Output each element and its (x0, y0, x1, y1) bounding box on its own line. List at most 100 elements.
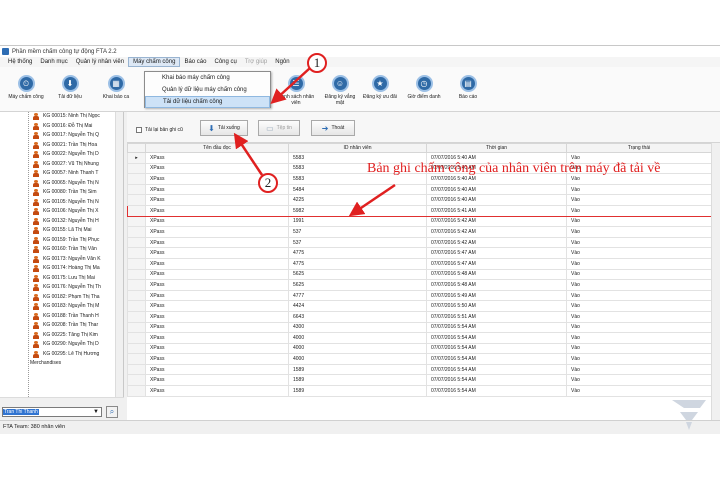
row-header[interactable] (127, 162, 146, 175)
table-row[interactable]: XPass 4424 07/07/2016 5:50 AM Vào (127, 300, 712, 312)
row-header[interactable] (127, 226, 146, 238)
search-button[interactable]: ⌕ (106, 406, 118, 418)
employee-tree-item[interactable]: KG 00173: Nguyễn Văn K (0, 255, 123, 265)
reload-old-records-checkbox[interactable] (136, 127, 142, 133)
column-header[interactable]: Thời gian (426, 143, 567, 153)
employee-tree-item[interactable]: KG 00290: Nguyễn Thị D (0, 340, 123, 350)
toolbar-button[interactable]: ⏲ Máy chấm công (6, 75, 46, 100)
dropdown-item[interactable]: Tải dữ liệu chấm công (145, 96, 270, 108)
row-header[interactable] (127, 257, 146, 270)
employee-tree-item[interactable]: KG 00175: Lưu Thị Mai (0, 274, 123, 284)
table-row[interactable]: XPass 4775 07/07/2016 5:47 AM Vào (127, 257, 712, 270)
employee-tree-item[interactable]: KG 00015: Ninh Thị Ngọc (0, 112, 123, 122)
employee-tree-item[interactable]: KG 00017: Nguyễn Thị Q (0, 131, 123, 141)
employee-tree-item[interactable]: KG 00159: Trần Thị Phục (0, 236, 123, 246)
employee-tree-item[interactable]: KG 00016: Đỗ Thị Mai (0, 122, 123, 132)
employee-tree-item[interactable]: KG 00080: Trần Thị Sim (0, 188, 123, 198)
row-header[interactable] (127, 215, 146, 228)
employee-tree-item[interactable]: KG 00065: Nguyễn Thị N (0, 179, 123, 189)
menu-item[interactable]: Công cụ (210, 57, 240, 67)
employee-tree-item[interactable]: KG 00225: Tăng Thị Kim (0, 331, 123, 341)
table-row[interactable]: XPass 4300 07/07/2016 5:54 AM Vào (127, 321, 712, 334)
employee-tree-item[interactable]: KG 00155: Lã Thị Mai (0, 226, 123, 236)
table-row[interactable]: XPass 6643 07/07/2016 5:51 AM Vào (127, 310, 712, 323)
menu-item[interactable]: Ngôn (271, 57, 293, 67)
row-header[interactable] (127, 183, 146, 196)
table-row[interactable]: XPass 537 07/07/2016 5:42 AM Vào (127, 236, 712, 249)
tree-horizontal-scrollbar[interactable] (0, 397, 124, 403)
menu-item[interactable]: Hệ thống (4, 57, 36, 67)
download-button[interactable]: ⬇ Tải xuống (200, 120, 248, 136)
menu-item[interactable]: Máy chấm công (128, 57, 181, 67)
employee-tree-item[interactable]: KG 00188: Trần Thanh H (0, 312, 123, 322)
column-header[interactable]: ID nhân viên (288, 143, 427, 153)
employee-tree-item[interactable]: KG 00295: Lê Thị Hương (0, 350, 123, 360)
row-header[interactable] (127, 321, 146, 334)
row-header[interactable] (127, 279, 146, 291)
table-row[interactable]: XPass 5625 07/07/2016 5:48 AM Vào (127, 268, 712, 281)
menu-item[interactable]: Báo cáo (180, 57, 210, 67)
dropdown-item[interactable]: Khai báo máy chấm công (145, 72, 270, 84)
row-header[interactable] (127, 342, 146, 355)
toolbar-button[interactable]: ☺ Đăng ký vắng mặt (320, 75, 360, 106)
menu-item[interactable]: Quản lý nhân viên (72, 57, 128, 67)
row-header[interactable] (127, 236, 146, 249)
toolbar-button[interactable]: ☰ Danh sách nhân viên (276, 75, 316, 106)
row-header[interactable]: ▸ (127, 152, 146, 164)
toolbar-button[interactable]: ◷ Giờ điểm danh (404, 75, 444, 100)
file-button[interactable]: ▭ Tệp tin (258, 120, 300, 136)
row-header[interactable] (127, 289, 146, 302)
employee-tree-item[interactable]: KG 00132: Nguyễn Thị H (0, 217, 123, 227)
employee-tree-item[interactable]: KG 00021: Trần Thị Hoa (0, 141, 123, 151)
column-header[interactable]: Trạng thái (566, 143, 712, 153)
table-row[interactable]: XPass 537 07/07/2016 5:42 AM Vào (127, 226, 712, 238)
table-row[interactable]: XPass 4777 07/07/2016 5:49 AM Vào (127, 289, 712, 302)
row-header[interactable] (127, 173, 146, 185)
toolbar-button[interactable]: ⬇ Tải dữ liệu (50, 75, 90, 100)
toolbar-button[interactable]: ▦ Khai báo ca (96, 75, 136, 100)
table-row[interactable]: XPass 1589 07/07/2016 5:54 AM Vào (127, 385, 712, 397)
row-header[interactable] (127, 353, 146, 365)
row-header[interactable] (127, 385, 146, 397)
employee-tree-item[interactable]: KG 00183: Nguyễn Thị M (0, 302, 123, 312)
column-header[interactable]: Tên đầu đọc (145, 143, 289, 153)
row-header[interactable] (127, 374, 146, 387)
employee-tree-item[interactable]: KG 00106: Nguyễn Thị X (0, 207, 123, 217)
table-row[interactable]: XPass 1589 07/07/2016 5:54 AM Vào (127, 374, 712, 387)
table-row[interactable]: XPass 4225 07/07/2016 5:40 AM Vào (127, 194, 712, 206)
employee-tree-item[interactable]: KG 00057: Ninh Thanh T (0, 169, 123, 179)
row-header[interactable] (127, 194, 146, 206)
table-row[interactable]: XPass 4000 07/07/2016 5:54 AM Vào (127, 353, 712, 365)
employee-tree-item[interactable]: KG 00208: Trần Thị Thar (0, 321, 123, 331)
toolbar-button[interactable]: ▤ Báo cáo (448, 75, 488, 100)
grid-vertical-scrollbar[interactable] (711, 143, 720, 420)
tree-vertical-scrollbar[interactable] (115, 112, 123, 397)
employee-tree-item[interactable]: KG 00160: Trần Thị Vân (0, 245, 123, 255)
table-row[interactable]: XPass 4000 07/07/2016 5:54 AM Vào (127, 342, 712, 355)
employee-search-combo[interactable]: Tran Thi Thanh ▼ (2, 407, 102, 417)
menu-item[interactable]: Danh mục (36, 57, 71, 67)
row-header[interactable] (127, 247, 146, 259)
row-header[interactable] (127, 204, 146, 217)
table-row[interactable]: XPass 5484 07/07/2016 5:40 AM Vào (127, 183, 712, 196)
employee-tree-item[interactable]: KG 00105: Nguyễn Thị N (0, 198, 123, 208)
employee-tree-item[interactable]: KG 00022: Nguyễn Thị D (0, 150, 123, 160)
row-header[interactable] (127, 363, 146, 376)
row-header[interactable] (127, 268, 146, 281)
table-row[interactable]: XPass 1991 07/07/2016 5:42 AM Vào (127, 215, 712, 228)
dropdown-item[interactable]: Quản lý dữ liệu máy chấm công (145, 84, 270, 96)
employee-tree-item[interactable]: KG 00027: Vũ Thị Nhung (0, 160, 123, 170)
table-row[interactable]: XPass 1589 07/07/2016 5:54 AM Vào (127, 363, 712, 376)
tree-folder-merchandises[interactable]: Merchandises (0, 359, 123, 367)
row-header[interactable] (127, 300, 146, 312)
employee-tree-item[interactable]: KG 00176: Nguyễn Thị Th (0, 283, 123, 293)
reload-old-records-option[interactable]: Tải lại bản ghi cũ (136, 127, 183, 133)
table-row[interactable]: XPass 5625 07/07/2016 5:48 AM Vào (127, 279, 712, 291)
row-header[interactable] (127, 310, 146, 323)
employee-tree-item[interactable]: KG 00182: Phạm Thị Tha (0, 293, 123, 303)
menu-item[interactable]: Trợ giúp (241, 57, 271, 67)
table-row[interactable]: XPass 5982 07/07/2016 5:41 AM Vào (127, 204, 712, 217)
employee-tree-item[interactable]: KG 00174: Hoàng Thị Ma (0, 264, 123, 274)
row-header[interactable] (127, 332, 146, 344)
toolbar-button[interactable]: ★ Đăng ký ưu đãi (360, 75, 400, 100)
